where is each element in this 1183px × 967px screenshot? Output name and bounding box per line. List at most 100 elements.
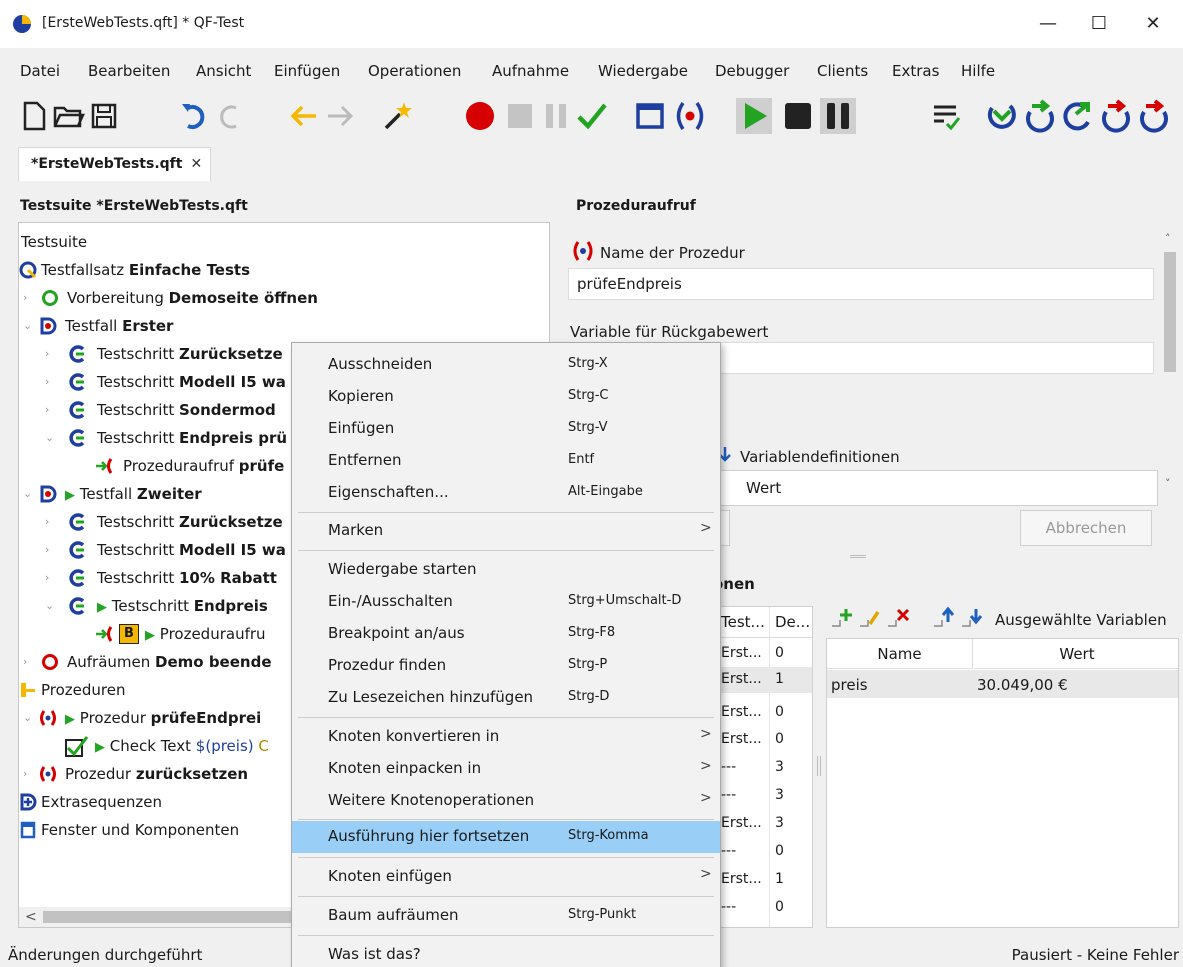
- menu-einfuegen[interactable]: Einfügen: [274, 62, 340, 80]
- menu-item-ausfuehrung-fortsetzen[interactable]: Ausführung hier fortsetzen Strg-Komma: [292, 821, 720, 853]
- run-log-icon[interactable]: [928, 98, 964, 134]
- save-icon[interactable]: [86, 98, 122, 134]
- move-down-icon[interactable]: [960, 606, 986, 628]
- variables-table[interactable]: Name Wert preis 30.049,00 €: [826, 638, 1179, 928]
- scroll-up-icon[interactable]: ˄: [1165, 232, 1171, 245]
- forward-arrow-icon[interactable]: [322, 98, 358, 134]
- minimize-button[interactable]: —: [1025, 8, 1071, 40]
- chevron-right-icon[interactable]: ›: [45, 508, 57, 536]
- menu-item-was-ist-das[interactable]: Was ist das?: [292, 939, 720, 967]
- teststep-icon: [69, 401, 85, 419]
- chevron-down-icon[interactable]: ⌄: [45, 592, 57, 620]
- menu-item-marken[interactable]: Marken >: [292, 515, 720, 547]
- menu-bearbeiten[interactable]: Bearbeiten: [88, 62, 170, 80]
- menu-item-entfernen[interactable]: Entfernen Entf: [292, 445, 720, 477]
- procedure-name-field[interactable]: prüfeEndpreis: [568, 268, 1154, 300]
- move-up-icon[interactable]: [932, 606, 958, 628]
- menu-item-knoten-einfuegen[interactable]: Knoten einfügen >: [292, 861, 720, 893]
- chevron-right-icon[interactable]: ›: [45, 564, 57, 592]
- procedure-icon[interactable]: [672, 98, 708, 134]
- column-header-wert[interactable]: Wert: [974, 639, 1178, 669]
- scrollbar-thumb[interactable]: [43, 911, 303, 923]
- table-row-selected[interactable]: preis 30.049,00 €: [827, 670, 1178, 698]
- stop-icon[interactable]: [780, 98, 816, 134]
- skip-out-icon[interactable]: [1136, 98, 1172, 134]
- new-file-icon[interactable]: [16, 98, 52, 134]
- chevron-right-icon[interactable]: ›: [23, 284, 35, 312]
- tree-node-label: ▶ Testschritt Endpreis: [97, 597, 268, 615]
- menu-aufnahme[interactable]: Aufnahme: [492, 62, 569, 80]
- chevron-right-icon[interactable]: ›: [45, 396, 57, 424]
- menu-hilfe[interactable]: Hilfe: [961, 62, 995, 80]
- cancel-button[interactable]: Abbrechen: [1020, 510, 1152, 546]
- chevron-down-icon[interactable]: ⌄: [23, 312, 35, 340]
- redo-icon[interactable]: [212, 98, 248, 134]
- chevron-down-icon[interactable]: ⌄: [23, 480, 35, 508]
- menu-operationen[interactable]: Operationen: [368, 62, 461, 80]
- menu-item-knoten-einpacken[interactable]: Knoten einpacken in >: [292, 753, 720, 785]
- open-folder-icon[interactable]: [50, 98, 86, 134]
- menu-item-breakpoint[interactable]: Breakpoint an/aus Strg-F8: [292, 618, 720, 650]
- menu-ansicht[interactable]: Ansicht: [196, 62, 251, 80]
- add-variable-icon[interactable]: [830, 606, 856, 628]
- maximize-button[interactable]: ☐: [1076, 8, 1122, 40]
- details-vertical-scrollbar[interactable]: ˄ ˅: [1161, 232, 1179, 497]
- pause-record-icon[interactable]: [538, 98, 574, 134]
- scroll-left-icon[interactable]: <: [25, 907, 37, 927]
- scrollbar-thumb[interactable]: [1164, 252, 1176, 372]
- menu-item-lesezeichen[interactable]: Zu Lesezeichen hinzufügen Strg-D: [292, 682, 720, 714]
- chevron-right-icon[interactable]: ›: [45, 340, 57, 368]
- edit-variable-icon[interactable]: [858, 606, 884, 628]
- step-out-icon[interactable]: [1060, 98, 1096, 134]
- stop-record-icon[interactable]: [502, 98, 538, 134]
- menu-item-kopieren[interactable]: Kopieren Strg-C: [292, 381, 720, 413]
- menu-item-knoten-konvertieren[interactable]: Knoten konvertieren in >: [292, 721, 720, 753]
- menu-debugger[interactable]: Debugger: [715, 62, 789, 80]
- chevron-down-icon[interactable]: ⌄: [45, 424, 57, 452]
- chevron-right-icon[interactable]: ›: [23, 760, 35, 788]
- menu-clients[interactable]: Clients: [817, 62, 868, 80]
- menu-item-prozedur-finden[interactable]: Prozedur finden Strg-P: [292, 650, 720, 682]
- record-icon[interactable]: [462, 98, 498, 134]
- variable-definitions-table[interactable]: Wert: [720, 470, 1158, 506]
- scroll-down-icon[interactable]: ˅: [1165, 477, 1171, 490]
- menu-item-weitere-knotenoperationen[interactable]: Weitere Knotenoperationen >: [292, 785, 720, 817]
- skip-icon[interactable]: [1098, 98, 1134, 134]
- pause-icon[interactable]: [820, 98, 856, 134]
- magic-wand-icon[interactable]: [380, 98, 416, 134]
- chevron-right-icon[interactable]: ›: [45, 536, 57, 564]
- menu-item-eigenschaften[interactable]: Eigenschaften... Alt-Eingabe: [292, 477, 720, 509]
- testcase-icon: [40, 317, 57, 335]
- close-tab-icon[interactable]: ✕: [190, 156, 202, 172]
- menu-wiedergabe[interactable]: Wiedergabe: [598, 62, 688, 80]
- play-icon[interactable]: [736, 98, 772, 134]
- menu-datei[interactable]: Datei: [20, 62, 60, 80]
- column-header-name[interactable]: Name: [827, 639, 973, 669]
- vertical-splitter-handle[interactable]: [817, 756, 821, 776]
- undo-icon[interactable]: [176, 98, 212, 134]
- splitter-handle[interactable]: [850, 555, 866, 558]
- tab-erstewebtests[interactable]: *ErsteWebTests.qft ✕: [18, 147, 212, 181]
- step-over-icon[interactable]: [1022, 98, 1058, 134]
- run-status: Pausiert - Keine Fehler: [1011, 946, 1179, 964]
- chevron-down-icon[interactable]: ⌄: [23, 704, 35, 732]
- chevron-right-icon[interactable]: ›: [23, 648, 35, 676]
- table-row-selected[interactable]: Erst... 1: [715, 667, 812, 693]
- back-arrow-icon[interactable]: [286, 98, 322, 134]
- status-message: Änderungen durchgeführt: [8, 946, 203, 964]
- menu-item-baum-aufraeumen[interactable]: Baum aufräumen Strg-Punkt: [292, 900, 720, 932]
- chevron-right-icon[interactable]: ›: [45, 368, 57, 396]
- window-icon[interactable]: [632, 98, 668, 134]
- call-stack-table[interactable]: Test... De... Erst... 0 Erst... 1 Erst... 0…: [715, 606, 813, 928]
- menu-item-einfuegen[interactable]: Einfügen Strg-V: [292, 413, 720, 445]
- menu-item-ein-ausschalten[interactable]: Ein-/Ausschalten Strg+Umschalt-D: [292, 586, 720, 618]
- menu-separator: [298, 896, 714, 897]
- step-in-icon[interactable]: [984, 98, 1020, 134]
- context-menu: Ausschneiden Strg-X Kopieren Strg-C Einfüg…: [291, 342, 721, 967]
- menu-extras[interactable]: Extras: [892, 62, 939, 80]
- menu-item-wiedergabe-starten[interactable]: Wiedergabe starten: [292, 554, 720, 586]
- delete-variable-icon[interactable]: [886, 606, 912, 628]
- close-window-button[interactable]: ✕: [1130, 8, 1176, 40]
- check-icon[interactable]: [574, 98, 610, 134]
- menu-item-ausschneiden[interactable]: Ausschneiden Strg-X: [292, 349, 720, 381]
